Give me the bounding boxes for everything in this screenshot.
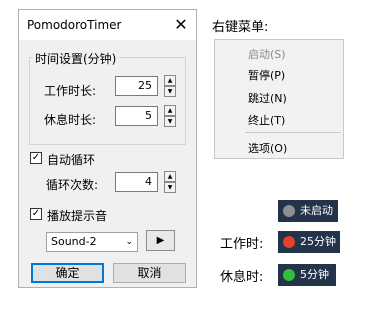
rest-duration-stepper[interactable]: ▲ ▼ <box>164 105 176 127</box>
dialog-titlebar[interactable]: PomodoroTimer ✕ <box>19 10 196 40</box>
tray-status-idle-text: 未启动 <box>300 204 333 217</box>
work-duration-stepper[interactable]: ▲ ▼ <box>164 75 176 97</box>
tray-status-work: 25分钟 <box>278 231 340 253</box>
auto-loop-label[interactable]: 自动循环 <box>47 151 95 168</box>
ok-button[interactable]: 确定 <box>31 263 104 283</box>
context-menu-heading: 右键菜单: <box>212 20 269 35</box>
cancel-button[interactable]: 取消 <box>113 263 186 283</box>
rest-state-label: 休息时: <box>220 270 264 285</box>
menu-item-options[interactable]: 选项(O) <box>248 140 287 156</box>
options-dialog: PomodoroTimer ✕ 时间设置(分钟) 工作时长: 25 ▲ ▼ 休息… <box>18 9 197 288</box>
sound-select[interactable]: Sound-2 ⌄ <box>46 232 138 252</box>
auto-loop-checkbox[interactable]: ✓ <box>30 152 42 164</box>
sound-select-value: Sound-2 <box>51 235 97 248</box>
spin-down-icon[interactable]: ▼ <box>164 182 176 193</box>
work-duration-label: 工作时长: <box>44 84 97 98</box>
menu-item-stop[interactable]: 终止(T) <box>248 112 285 128</box>
spin-down-icon[interactable]: ▼ <box>164 86 176 97</box>
tray-status-idle: 未启动 <box>278 200 338 222</box>
play-sound-label[interactable]: 播放提示音 <box>47 207 107 224</box>
tray-status-rest: 5分钟 <box>278 264 336 286</box>
play-sound-button[interactable]: ▶ <box>146 230 175 251</box>
spin-up-icon[interactable]: ▲ <box>164 171 176 182</box>
menu-item-skip[interactable]: 跳过(N) <box>248 90 287 106</box>
tomato-icon <box>283 269 295 281</box>
menu-separator <box>245 132 341 133</box>
work-duration-input[interactable]: 25 <box>115 76 158 96</box>
menu-item-start: 启动(S) <box>248 48 286 61</box>
time-settings-group-title: 时间设置(分钟) <box>33 50 119 67</box>
tray-status-rest-text: 5分钟 <box>300 268 329 281</box>
menu-item-pause[interactable]: 暂停(P) <box>248 67 285 83</box>
context-menu: 启动(S) 暂停(P) 跳过(N) 终止(T) 选项(O) <box>214 39 344 159</box>
play-sound-checkbox[interactable]: ✓ <box>30 208 42 220</box>
play-icon: ▶ <box>156 235 165 246</box>
spin-up-icon[interactable]: ▲ <box>164 105 176 116</box>
close-icon[interactable]: ✕ <box>166 10 196 40</box>
work-state-label: 工作时: <box>220 237 264 252</box>
chevron-down-icon: ⌄ <box>125 237 133 247</box>
loop-count-stepper[interactable]: ▲ ▼ <box>164 171 176 193</box>
spin-up-icon[interactable]: ▲ <box>164 75 176 86</box>
status-dot-icon <box>283 205 295 217</box>
spin-down-icon[interactable]: ▼ <box>164 116 176 127</box>
loop-count-input[interactable]: 4 <box>115 172 158 192</box>
rest-duration-label: 休息时长: <box>44 113 97 127</box>
dialog-title: PomodoroTimer <box>27 18 122 32</box>
time-settings-group <box>29 57 186 145</box>
rest-duration-input[interactable]: 5 <box>115 106 158 126</box>
tray-status-work-text: 25分钟 <box>300 235 336 248</box>
tomato-icon <box>283 236 295 248</box>
loop-count-label: 循环次数: <box>46 178 99 192</box>
